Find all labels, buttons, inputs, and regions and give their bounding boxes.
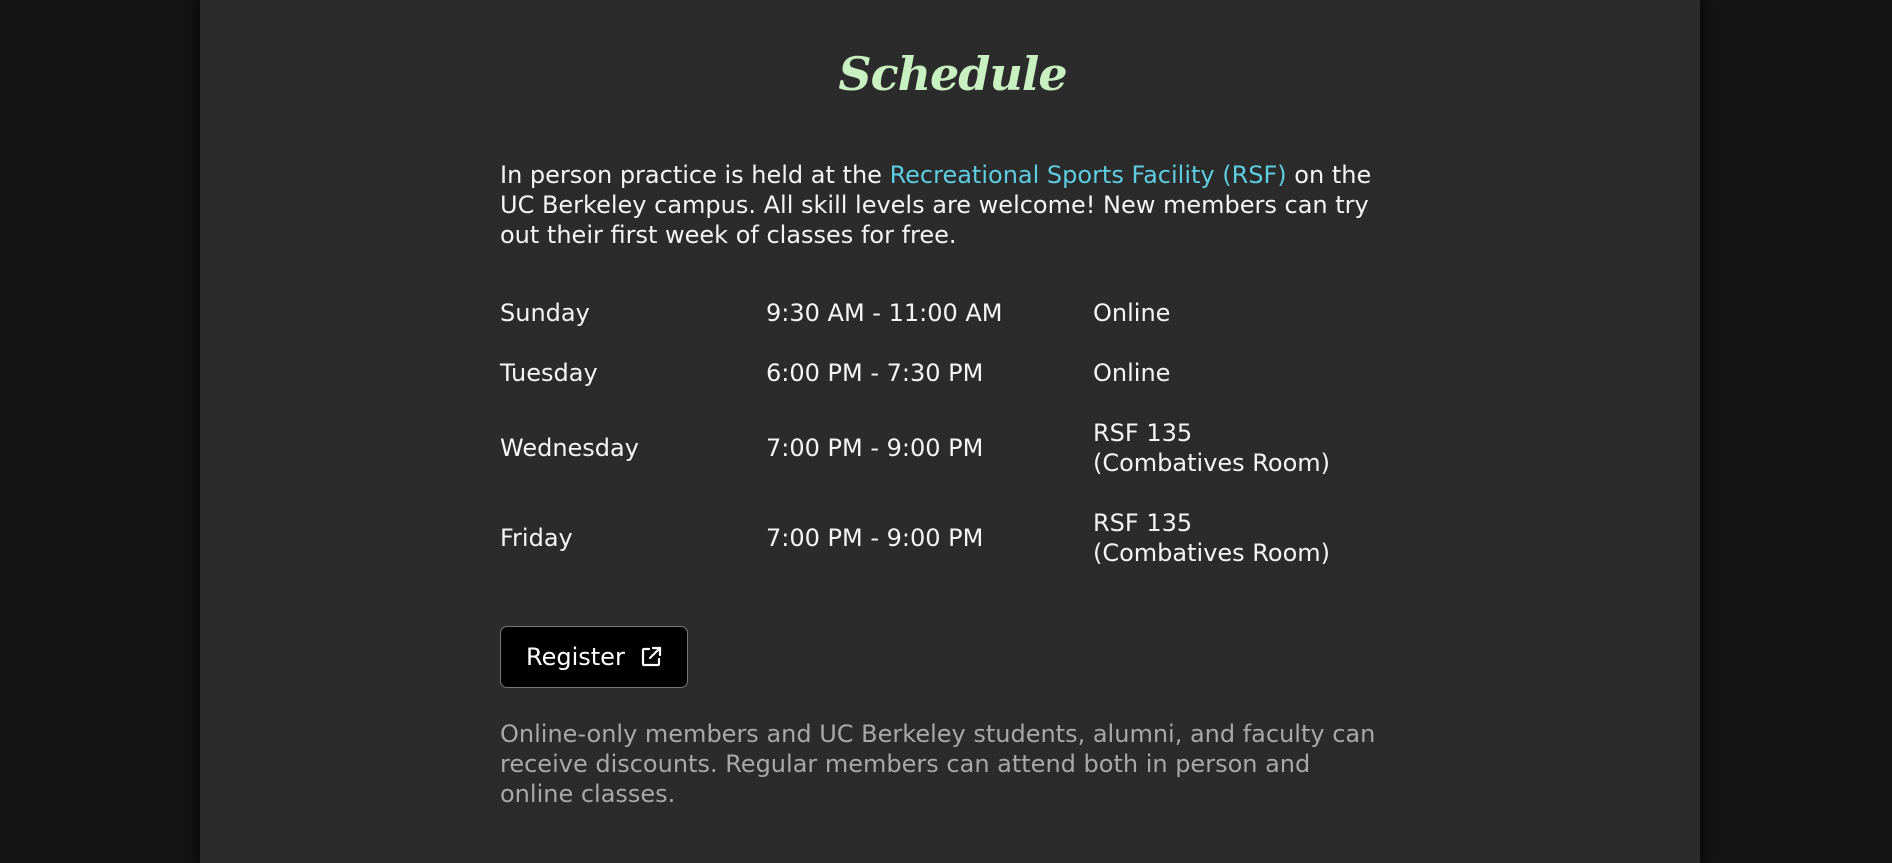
intro-paragraph: In person practice is held at the Recrea… bbox=[500, 160, 1390, 250]
rsf-link[interactable]: Recreational Sports Facility (RSF) bbox=[890, 161, 1287, 189]
location-line: Online bbox=[1093, 299, 1171, 327]
intro-text-before: In person practice is held at the bbox=[500, 161, 890, 189]
location-line: Online bbox=[1093, 359, 1171, 387]
schedule-day: Tuesday bbox=[500, 359, 598, 387]
schedule-location: Online bbox=[1093, 358, 1393, 388]
location-line: (Combatives Room) bbox=[1093, 539, 1331, 567]
schedule-time: 6:00 PM - 7:30 PM bbox=[766, 359, 984, 387]
location-line: RSF 135 bbox=[1093, 419, 1193, 447]
schedule-table: Sunday 9:30 AM - 11:00 AM Online Tuesday… bbox=[500, 298, 1400, 598]
schedule-day: Friday bbox=[500, 524, 573, 552]
schedule-time: 9:30 AM - 11:00 AM bbox=[766, 299, 1003, 327]
location-line: (Combatives Room) bbox=[1093, 449, 1331, 477]
schedule-row: Friday 7:00 PM - 9:00 PM RSF 135 (Combat… bbox=[500, 508, 1400, 598]
schedule-time: 7:00 PM - 9:00 PM bbox=[766, 434, 984, 462]
schedule-row: Sunday 9:30 AM - 11:00 AM Online bbox=[500, 298, 1400, 358]
schedule-location: Online bbox=[1093, 298, 1393, 328]
discount-note: Online-only members and UC Berkeley stud… bbox=[500, 720, 1376, 808]
schedule-location: RSF 135 (Combatives Room) bbox=[1093, 418, 1393, 478]
schedule-location: RSF 135 (Combatives Room) bbox=[1093, 508, 1393, 568]
register-button[interactable]: Register bbox=[500, 626, 688, 688]
page-title: Schedule bbox=[838, 47, 1067, 101]
page-panel: Schedule In person practice is held at t… bbox=[200, 0, 1700, 863]
register-label: Register bbox=[526, 643, 625, 671]
schedule-row: Wednesday 7:00 PM - 9:00 PM RSF 135 (Com… bbox=[500, 418, 1400, 508]
schedule-time: 7:00 PM - 9:00 PM bbox=[766, 524, 984, 552]
schedule-day: Sunday bbox=[500, 299, 590, 327]
schedule-row: Tuesday 6:00 PM - 7:30 PM Online bbox=[500, 358, 1400, 418]
location-line: RSF 135 bbox=[1093, 509, 1193, 537]
external-link-icon bbox=[639, 645, 663, 669]
schedule-day: Wednesday bbox=[500, 434, 639, 462]
